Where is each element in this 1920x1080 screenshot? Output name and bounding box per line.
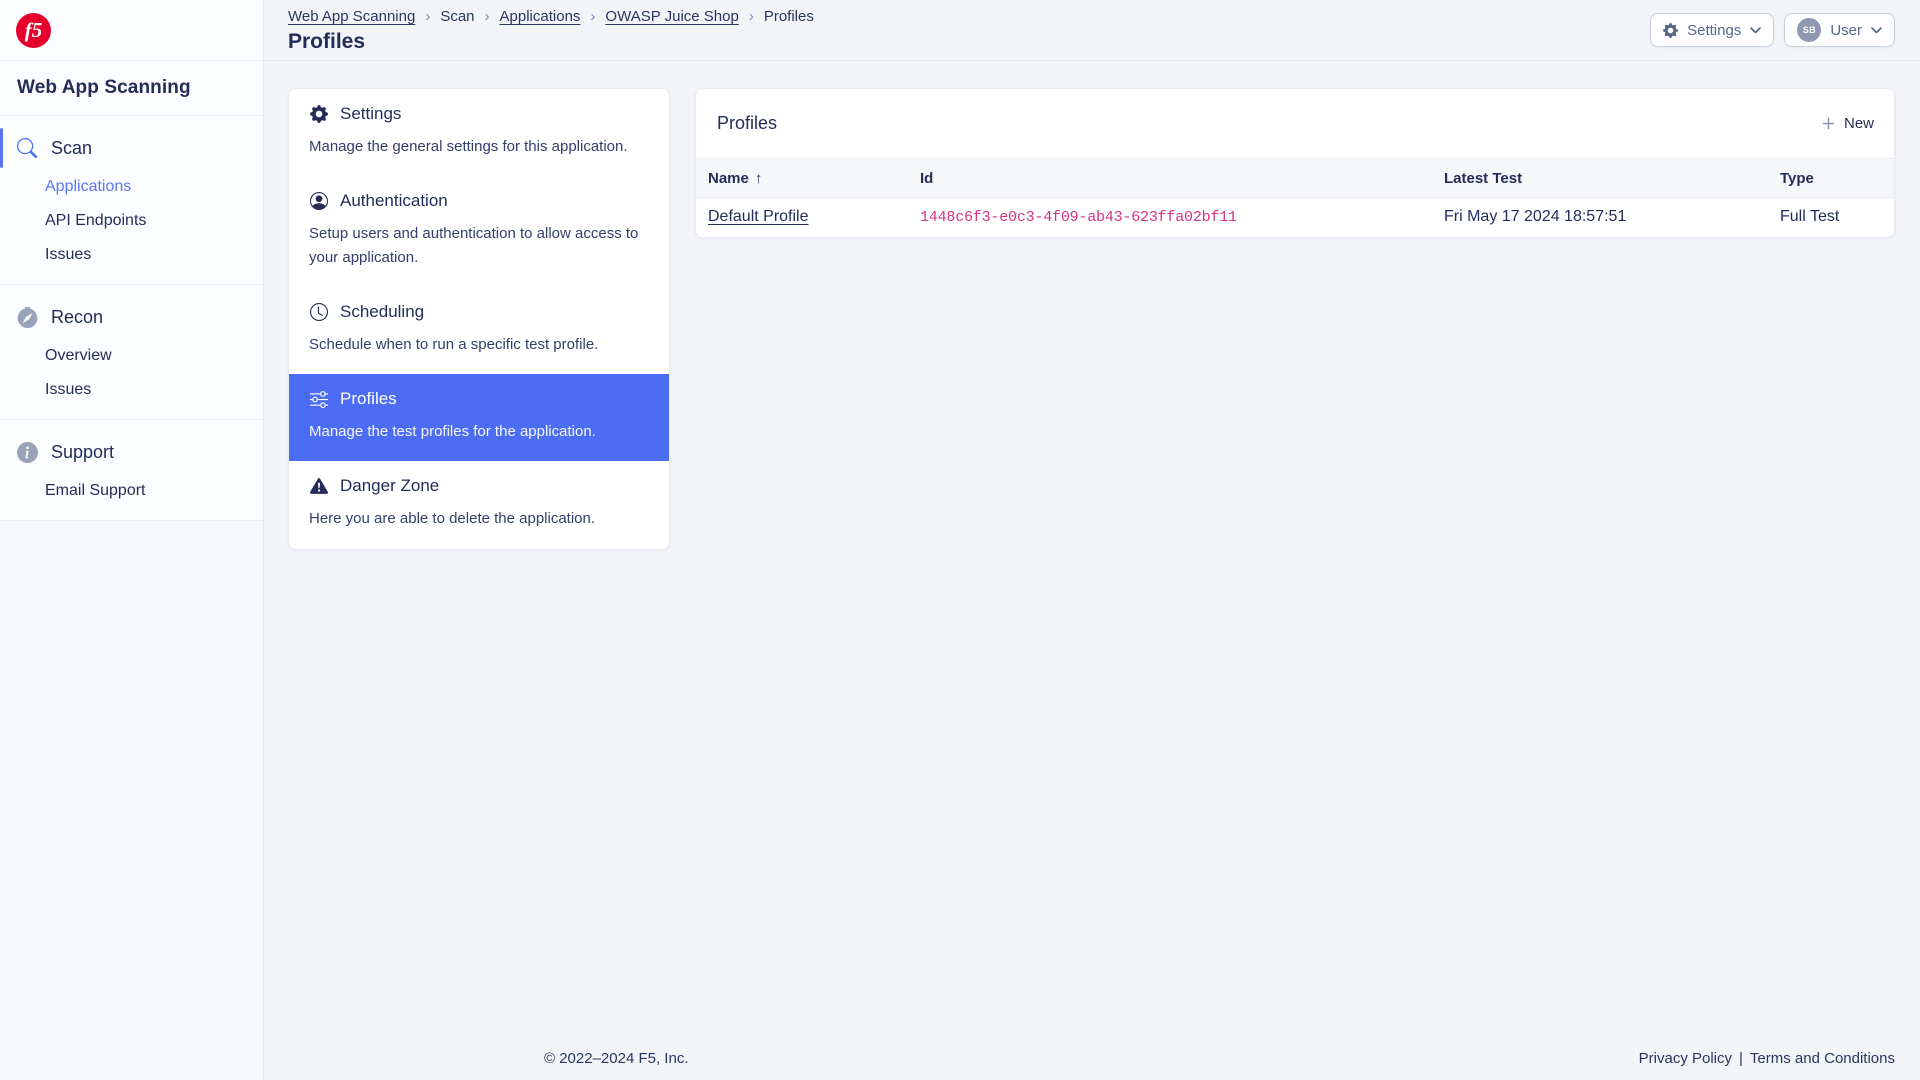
- settings-button[interactable]: Settings: [1650, 13, 1774, 47]
- settings-nav-item-settings[interactable]: Settings Manage the general settings for…: [289, 89, 669, 176]
- main-area: Web App Scanning › Scan › Applications ›…: [264, 0, 1920, 1080]
- chevron-down-icon: [1871, 27, 1882, 34]
- sidebar-item-email-support[interactable]: Email Support: [45, 474, 263, 508]
- settings-nav-item-scheduling[interactable]: Scheduling Schedule when to run a specif…: [289, 287, 669, 374]
- breadcrumb-scan: Scan: [440, 8, 474, 25]
- avatar: SB: [1797, 18, 1821, 42]
- column-header-latest-test[interactable]: Latest Test: [1432, 159, 1768, 198]
- breadcrumb-separator: ›: [485, 8, 490, 25]
- info-icon: [16, 441, 38, 463]
- sliders-icon: [309, 390, 328, 409]
- new-profile-button[interactable]: New: [1821, 115, 1874, 132]
- compass-icon: [16, 306, 38, 328]
- breadcrumb-applications[interactable]: Applications: [500, 8, 581, 25]
- plus-icon: [1821, 116, 1836, 131]
- settings-nav-item-description: Here you are able to delete the applicat…: [309, 507, 649, 530]
- column-header-name[interactable]: Name↑: [696, 159, 908, 198]
- warning-triangle-icon: [309, 477, 328, 496]
- settings-nav-item-label: Scheduling: [340, 302, 424, 322]
- sidebar-item-label: Recon: [51, 307, 103, 328]
- f5-logo[interactable]: f5: [16, 13, 51, 48]
- breadcrumb-web-app-scanning[interactable]: Web App Scanning: [288, 8, 415, 25]
- breadcrumb-profiles: Profiles: [764, 8, 814, 25]
- profiles-panel: Profiles New Name↑ Id Latest T: [695, 88, 1895, 238]
- settings-nav-item-profiles[interactable]: Profiles Manage the test profiles for th…: [289, 374, 669, 461]
- new-profile-button-label: New: [1844, 115, 1874, 132]
- settings-nav-item-description: Schedule when to run a specific test pro…: [309, 333, 649, 356]
- sort-ascending-icon: ↑: [755, 170, 763, 187]
- settings-nav-item-label: Profiles: [340, 389, 397, 409]
- sidebar-section-recon: Recon Overview Issues: [0, 285, 263, 420]
- search-icon: [16, 137, 38, 159]
- sidebar-section-support: Support Email Support: [0, 420, 263, 521]
- breadcrumb-separator: ›: [425, 8, 430, 25]
- breadcrumb: Web App Scanning › Scan › Applications ›…: [288, 8, 814, 25]
- app-settings-nav-card: Settings Manage the general settings for…: [288, 88, 670, 550]
- sidebar-item-support[interactable]: Support: [0, 430, 263, 474]
- copyright: © 2022–2024 F5, Inc.: [544, 1050, 689, 1067]
- sidebar-item-applications[interactable]: Applications: [45, 170, 263, 204]
- profiles-panel-title: Profiles: [717, 113, 777, 134]
- footer-links-separator: |: [1739, 1050, 1743, 1067]
- logo-cell: f5: [0, 0, 263, 61]
- person-circle-icon: [309, 192, 328, 211]
- chevron-down-icon: [1750, 27, 1761, 34]
- sidebar-item-recon[interactable]: Recon: [0, 295, 263, 339]
- terms-and-conditions-link[interactable]: Terms and Conditions: [1750, 1050, 1895, 1067]
- settings-nav-item-label: Settings: [340, 104, 401, 124]
- settings-nav-item-label: Danger Zone: [340, 476, 439, 496]
- sidebar-section-scan: Scan Applications API Endpoints Issues: [0, 116, 263, 285]
- footer: © 2022–2024 F5, Inc. Privacy Policy | Te…: [528, 1036, 1920, 1080]
- settings-nav-item-description: Manage the general settings for this app…: [309, 135, 649, 158]
- settings-nav-item-authentication[interactable]: Authentication Setup users and authentic…: [289, 176, 669, 287]
- privacy-policy-link[interactable]: Privacy Policy: [1639, 1050, 1732, 1067]
- user-button-label: User: [1830, 22, 1862, 39]
- gear-icon: [309, 105, 328, 124]
- f5-logo-text: f5: [25, 18, 43, 43]
- profiles-table: Name↑ Id Latest Test Type Default Profil…: [696, 158, 1894, 237]
- sidebar-item-label: Support: [51, 442, 114, 463]
- page-title: Profiles: [288, 30, 814, 54]
- clock-icon: [309, 302, 328, 321]
- sidebar-item-overview[interactable]: Overview: [45, 339, 263, 373]
- column-header-type[interactable]: Type: [1768, 159, 1894, 198]
- column-header-id[interactable]: Id: [908, 159, 1432, 198]
- table-row: Default Profile 1448c6f3-e0c3-4f09-ab43-…: [696, 198, 1894, 237]
- settings-nav-item-description: Manage the test profiles for the applica…: [309, 420, 649, 443]
- profile-type: Full Test: [1768, 198, 1894, 237]
- profile-latest-test: Fri May 17 2024 18:57:51: [1432, 198, 1768, 237]
- settings-nav-item-description: Setup users and authentication to allow …: [309, 222, 649, 269]
- profile-name-link[interactable]: Default Profile: [708, 208, 809, 225]
- sidebar-item-api-endpoints[interactable]: API Endpoints: [45, 204, 263, 238]
- sidebar-item-recon-issues[interactable]: Issues: [45, 373, 263, 407]
- settings-nav-item-label: Authentication: [340, 191, 448, 211]
- breadcrumb-separator: ›: [749, 8, 754, 25]
- topbar: Web App Scanning › Scan › Applications ›…: [264, 0, 1920, 61]
- app-title: Web App Scanning: [0, 61, 263, 116]
- settings-button-label: Settings: [1687, 22, 1741, 39]
- profile-id: 1448c6f3-e0c3-4f09-ab43-623ffa02bf11: [908, 198, 1432, 237]
- settings-nav-item-danger-zone[interactable]: Danger Zone Here you are able to delete …: [289, 461, 669, 548]
- breadcrumb-owasp-juice-shop[interactable]: OWASP Juice Shop: [605, 8, 738, 25]
- breadcrumb-separator: ›: [590, 8, 595, 25]
- sidebar-item-label: Scan: [51, 138, 92, 159]
- sidebar-item-scan[interactable]: Scan: [0, 126, 263, 170]
- gear-icon: [1663, 23, 1678, 38]
- sidebar: f5 Web App Scanning Scan Applications AP…: [0, 0, 264, 1080]
- table-header-row: Name↑ Id Latest Test Type: [696, 159, 1894, 198]
- user-button[interactable]: SB User: [1784, 13, 1895, 47]
- sidebar-item-scan-issues[interactable]: Issues: [45, 238, 263, 272]
